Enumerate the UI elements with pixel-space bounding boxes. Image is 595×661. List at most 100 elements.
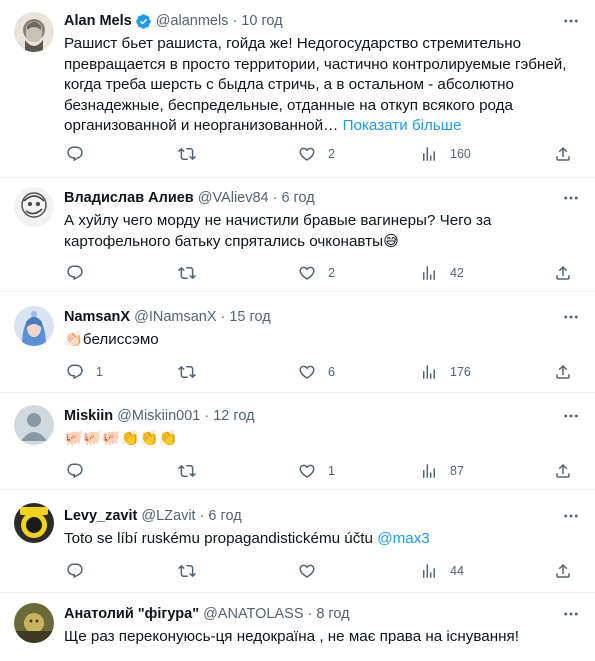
retweet-button[interactable] bbox=[178, 143, 208, 165]
more-options-icon[interactable] bbox=[561, 506, 581, 526]
views-button[interactable]: 42 bbox=[420, 262, 464, 284]
retweet-button[interactable] bbox=[178, 560, 208, 582]
more-options-icon[interactable] bbox=[561, 604, 581, 624]
retweet-icon bbox=[178, 562, 196, 580]
author-handle[interactable]: @INamsanX bbox=[134, 309, 216, 325]
avatar[interactable] bbox=[14, 503, 54, 543]
author-name[interactable]: Alan Mels bbox=[64, 13, 132, 29]
share-icon bbox=[554, 562, 572, 580]
more-options-icon[interactable] bbox=[561, 11, 581, 31]
author-handle[interactable]: @alanmels bbox=[156, 13, 229, 29]
timestamp[interactable]: 6 год bbox=[281, 190, 314, 206]
tweet-text-content: Toto se líbí ruskému propagandistickému … bbox=[64, 530, 378, 547]
tweet-header: Levy_zavit @LZavit · 6 год bbox=[64, 506, 555, 526]
views-count: 44 bbox=[450, 564, 464, 578]
like-count: 6 bbox=[328, 365, 335, 379]
like-icon bbox=[298, 145, 316, 163]
share-icon bbox=[554, 264, 572, 282]
author-handle[interactable]: @VAliev84 bbox=[198, 190, 269, 206]
reply-icon bbox=[66, 264, 84, 282]
like-count: 2 bbox=[328, 266, 335, 280]
retweet-button[interactable] bbox=[178, 262, 208, 284]
tweet-1[interactable]: Alan Mels @alanmels · 10 год Рашист бьет… bbox=[0, 0, 595, 178]
tweet-6[interactable]: Анатолий "фігура" @ANATOLASS · 8 год Ще … bbox=[0, 593, 595, 661]
author-name[interactable]: NamsanX bbox=[64, 309, 130, 325]
avatar[interactable] bbox=[14, 12, 54, 52]
reply-count: 1 bbox=[96, 365, 103, 379]
retweet-icon bbox=[178, 462, 196, 480]
tweet-actions: 44 bbox=[64, 560, 581, 582]
share-button[interactable] bbox=[554, 143, 572, 165]
more-options-icon[interactable] bbox=[561, 307, 581, 327]
author-handle[interactable]: @ANATOLASS bbox=[203, 606, 303, 622]
more-options-icon[interactable] bbox=[561, 406, 581, 426]
reply-button[interactable] bbox=[66, 560, 96, 582]
share-icon bbox=[554, 363, 572, 381]
tweet-text-content: Рашист бьет рашиста, гойда же! Недогосуд… bbox=[64, 35, 567, 134]
reply-button[interactable] bbox=[66, 143, 96, 165]
avatar[interactable] bbox=[14, 603, 54, 643]
author-name[interactable]: Levy_zavit bbox=[64, 508, 137, 524]
timestamp[interactable]: 10 год bbox=[241, 13, 282, 29]
like-count: 2 bbox=[328, 147, 335, 161]
reply-icon bbox=[66, 363, 84, 381]
reply-button[interactable]: 1 bbox=[66, 361, 103, 383]
author-handle[interactable]: @LZavit bbox=[141, 508, 195, 524]
share-button[interactable] bbox=[554, 262, 572, 284]
views-icon bbox=[420, 363, 438, 381]
views-button[interactable]: 87 bbox=[420, 460, 464, 482]
avatar[interactable] bbox=[14, 187, 54, 227]
tweet-3[interactable]: NamsanX @INamsanX · 15 год 👏🏻белиссэмо 1… bbox=[0, 292, 595, 393]
like-button[interactable] bbox=[298, 560, 328, 582]
share-button[interactable] bbox=[554, 361, 572, 383]
tweet-2[interactable]: Владислав Алиев @VAliev84 · 6 год А хуйл… bbox=[0, 178, 595, 292]
retweet-button[interactable] bbox=[178, 361, 208, 383]
views-button[interactable]: 176 bbox=[420, 361, 471, 383]
separator: · bbox=[307, 606, 313, 622]
separator: · bbox=[204, 408, 210, 424]
tweet-text: Ще раз переконуюсь-ця недокраїна , не ма… bbox=[64, 627, 575, 648]
views-button[interactable]: 160 bbox=[420, 143, 471, 165]
reply-button[interactable] bbox=[66, 262, 96, 284]
timestamp[interactable]: 6 год bbox=[208, 508, 241, 524]
views-icon bbox=[420, 145, 438, 163]
timestamp[interactable]: 15 год bbox=[229, 309, 270, 325]
share-button[interactable] bbox=[554, 560, 572, 582]
author-name[interactable]: Владислав Алиев bbox=[64, 190, 194, 206]
tweet-header: Владислав Алиев @VAliev84 · 6 год bbox=[64, 188, 555, 208]
timestamp[interactable]: 8 год bbox=[316, 606, 349, 622]
author-handle[interactable]: @Miskiin001 bbox=[117, 408, 200, 424]
retweet-icon bbox=[178, 363, 196, 381]
avatar[interactable] bbox=[14, 306, 54, 346]
like-button[interactable]: 2 bbox=[298, 143, 335, 165]
separator: · bbox=[232, 13, 238, 29]
like-button[interactable]: 6 bbox=[298, 361, 335, 383]
views-button[interactable]: 44 bbox=[420, 560, 464, 582]
like-button[interactable]: 2 bbox=[298, 262, 335, 284]
tweet-4[interactable]: Miskiin @Miskiin001 · 12 год 🐖🐖🐖👏👏👏 1 87 bbox=[0, 393, 595, 490]
author-name[interactable]: Анатолий "фігура" bbox=[64, 606, 199, 622]
tweet-text-content: Ще раз переконуюсь-ця недокраїна , не ма… bbox=[64, 628, 519, 645]
tweet-5[interactable]: Levy_zavit @LZavit · 6 год Toto se líbí … bbox=[0, 490, 595, 593]
tweet-header: Alan Mels @alanmels · 10 год bbox=[64, 11, 555, 31]
separator: · bbox=[272, 190, 278, 206]
reply-icon bbox=[66, 562, 84, 580]
retweet-button[interactable] bbox=[178, 460, 208, 482]
share-button[interactable] bbox=[554, 460, 572, 482]
author-name[interactable]: Miskiin bbox=[64, 408, 113, 424]
reply-icon bbox=[66, 145, 84, 163]
mention-link[interactable]: @max3 bbox=[377, 530, 430, 547]
retweet-icon bbox=[178, 145, 196, 163]
avatar[interactable] bbox=[14, 405, 54, 445]
show-more-link[interactable]: Показати більше bbox=[343, 117, 462, 134]
reply-button[interactable] bbox=[66, 460, 96, 482]
tweet-header: Miskiin @Miskiin001 · 12 год bbox=[64, 406, 555, 426]
more-options-icon[interactable] bbox=[561, 188, 581, 208]
views-icon bbox=[420, 462, 438, 480]
tweet-text-content: А хуйлу чего морду не начистили бравые в… bbox=[64, 212, 492, 250]
share-icon bbox=[554, 145, 572, 163]
separator: · bbox=[199, 508, 205, 524]
timestamp[interactable]: 12 год bbox=[213, 408, 254, 424]
tweet-actions: 1 6 176 bbox=[64, 361, 581, 383]
like-button[interactable]: 1 bbox=[298, 460, 335, 482]
